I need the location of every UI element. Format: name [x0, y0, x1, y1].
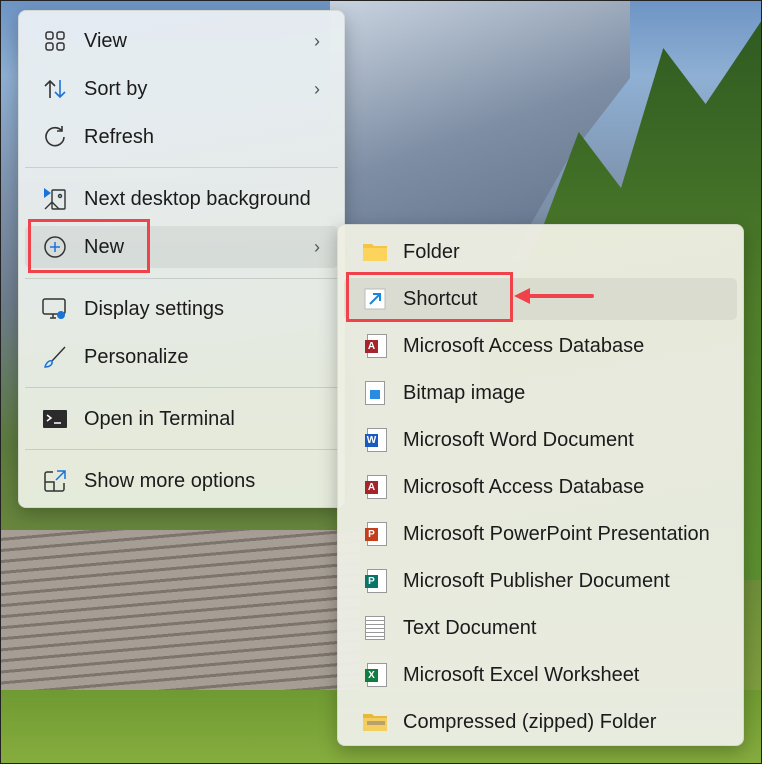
menu-item-next-desktop-background[interactable]: Next desktop background — [25, 178, 338, 220]
powerpoint-icon: P — [362, 521, 388, 547]
show-more-icon — [42, 468, 68, 494]
submenu-item-label: Microsoft Publisher Document — [403, 569, 670, 592]
submenu-item-label: Microsoft Access Database — [403, 475, 645, 498]
separator — [25, 449, 338, 450]
bitmap-icon — [362, 380, 388, 406]
excel-letter-badge: X — [365, 669, 378, 682]
word-icon: W — [362, 427, 388, 453]
annotation-highlight-new — [28, 219, 150, 273]
zip-folder-icon — [362, 709, 388, 735]
word-letter-badge: W — [365, 434, 378, 447]
submenu-item-microsoft-powerpoint-presentation[interactable]: P Microsoft PowerPoint Presentation — [344, 513, 737, 555]
chevron-right-icon: › — [314, 236, 320, 257]
separator — [25, 167, 338, 168]
grid-icon — [42, 28, 68, 54]
access-letter-badge: A — [365, 340, 378, 353]
submenu-item-label: Microsoft Access Database — [403, 334, 645, 357]
submenu-item-label: Text Document — [403, 616, 537, 639]
access-icon: A — [362, 474, 388, 500]
annotation-arrow-icon — [514, 288, 594, 304]
access-letter-badge: A — [365, 481, 378, 494]
publisher-icon: P — [362, 568, 388, 594]
submenu-item-text-document[interactable]: Text Document — [344, 607, 737, 649]
submenu-item-label: Microsoft PowerPoint Presentation — [403, 522, 710, 545]
submenu-item-bitmap-image[interactable]: Bitmap image — [344, 372, 737, 414]
submenu-item-microsoft-access-database[interactable]: A Microsoft Access Database — [344, 466, 737, 508]
terminal-icon — [42, 406, 68, 432]
next-background-icon — [42, 186, 68, 212]
menu-item-refresh[interactable]: Refresh — [25, 116, 338, 158]
wallpaper-roof — [0, 530, 360, 700]
access-icon: A — [362, 333, 388, 359]
brush-icon — [42, 344, 68, 370]
chevron-right-icon: › — [314, 78, 320, 99]
sort-arrows-icon — [42, 76, 68, 102]
menu-item-sort-by[interactable]: Sort by › — [25, 68, 338, 110]
excel-icon: X — [362, 662, 388, 688]
submenu-item-microsoft-word-document[interactable]: W Microsoft Word Document — [344, 419, 737, 461]
submenu-item-label: Microsoft Excel Worksheet — [403, 663, 640, 686]
powerpoint-letter-badge: P — [365, 528, 378, 541]
menu-item-view[interactable]: View › — [25, 20, 338, 62]
submenu-item-folder[interactable]: Folder — [344, 231, 737, 273]
submenu-item-microsoft-access-database[interactable]: A Microsoft Access Database — [344, 325, 737, 367]
separator — [25, 387, 338, 388]
menu-item-display-settings[interactable]: Display settings — [25, 288, 338, 330]
submenu-item-label: Microsoft Word Document — [403, 428, 634, 451]
menu-item-open-in-terminal[interactable]: Open in Terminal — [25, 398, 338, 440]
annotation-highlight-shortcut — [346, 272, 513, 322]
publisher-letter-badge: P — [365, 575, 378, 588]
chevron-right-icon: › — [314, 30, 320, 51]
submenu-item-microsoft-excel-worksheet[interactable]: X Microsoft Excel Worksheet — [344, 654, 737, 696]
menu-item-show-more-options[interactable]: Show more options — [25, 460, 338, 502]
text-document-icon — [362, 615, 388, 641]
submenu-item-label: Compressed (zipped) Folder — [403, 710, 657, 733]
refresh-icon — [42, 124, 68, 150]
folder-icon — [362, 239, 388, 265]
submenu-item-microsoft-publisher-document[interactable]: P Microsoft Publisher Document — [344, 560, 737, 602]
display-settings-icon — [42, 296, 68, 322]
separator — [25, 278, 338, 279]
submenu-item-label: Bitmap image — [403, 381, 526, 404]
menu-item-personalize[interactable]: Personalize — [25, 336, 338, 378]
submenu-item-compressed-zipped-folder[interactable]: Compressed (zipped) Folder — [344, 701, 737, 743]
